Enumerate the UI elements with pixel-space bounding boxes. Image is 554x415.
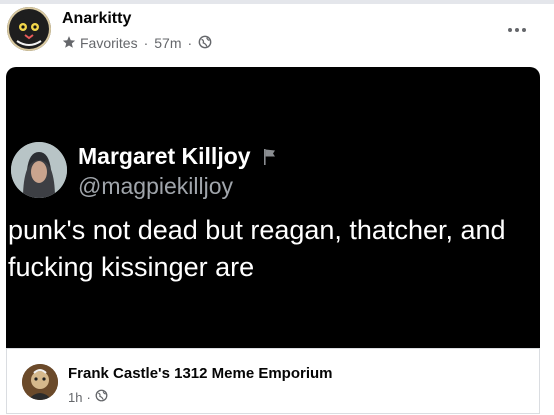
page-meta: 1h ·: [68, 389, 108, 405]
star-icon: [62, 35, 76, 52]
meta-separator: ·: [143, 35, 149, 51]
meta-separator-2: ·: [187, 35, 193, 51]
page-avatar[interactable]: [22, 364, 58, 400]
more-options-button[interactable]: [500, 14, 534, 42]
tweet-handle: @magpiekilljoy: [78, 173, 234, 199]
page-post-time[interactable]: 1h: [68, 390, 82, 405]
post-header: Anarkitty Favorites · 57m ·: [0, 0, 554, 62]
globe-icon[interactable]: [95, 389, 108, 405]
shared-from-card[interactable]: Frank Castle's 1312 Meme Emporium 1h ·: [6, 348, 540, 414]
post-time[interactable]: 57m: [154, 35, 181, 51]
tweet-display-name-text: Margaret Killjoy: [78, 143, 251, 169]
author-name[interactable]: Anarkitty: [62, 10, 131, 28]
tweet-text: punk's not dead but reagan, thatcher, an…: [8, 215, 506, 282]
more-dots-icon: [507, 19, 528, 37]
page-meta-separator: ·: [86, 389, 91, 405]
page-name[interactable]: Frank Castle's 1312 Meme Emporium: [68, 365, 333, 382]
audience-label[interactable]: Favorites: [80, 35, 138, 51]
globe-icon[interactable]: [198, 35, 212, 52]
tweet-author-avatar: [11, 142, 67, 198]
embedded-tweet-image[interactable]: Margaret Killjoy @magpiekilljoy punk's n…: [6, 67, 540, 348]
tweet-display-name: Margaret Killjoy: [78, 143, 277, 170]
post-meta: Favorites · 57m ·: [62, 34, 212, 52]
author-avatar[interactable]: [7, 7, 51, 51]
flag-icon: [263, 148, 277, 166]
